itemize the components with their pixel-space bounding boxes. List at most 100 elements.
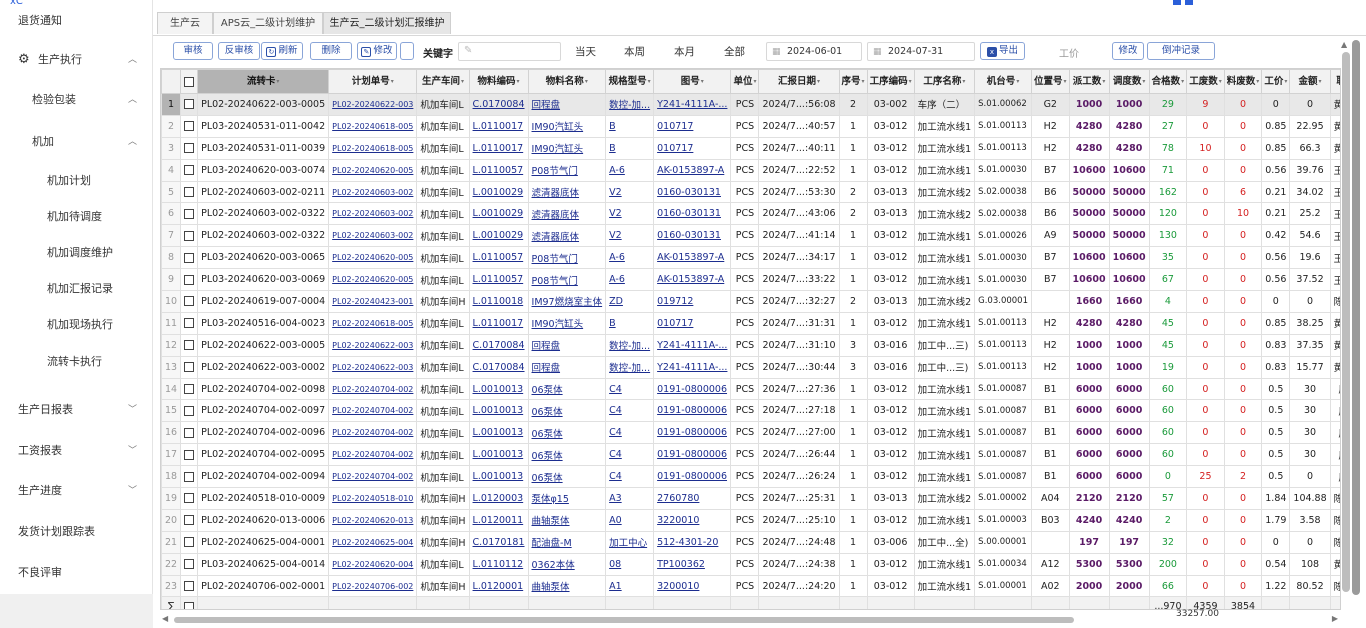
keyword-input[interactable]: ✎ bbox=[458, 42, 561, 61]
table-cell[interactable]: L.0110018 bbox=[468, 290, 529, 313]
table-cell[interactable]: A-6 bbox=[605, 158, 655, 182]
sidebar-item-shipping-plan-tracking[interactable]: 发货计划跟踪表 bbox=[0, 521, 153, 543]
sidebar-item-machining-dispatch-maint[interactable]: 机加调度维护 bbox=[0, 242, 153, 264]
column-header[interactable]: 生产车间▾ bbox=[416, 69, 470, 94]
table-cell[interactable]: 滤清器底体 bbox=[527, 180, 607, 204]
table-row[interactable]: 5 PL02-20240603-002-0211 PL02-20240603-002… bbox=[161, 180, 1340, 204]
table-cell[interactable]: 数控-加... bbox=[605, 355, 655, 379]
sidebar-item-production-progress[interactable]: 生产进度 ﹀ bbox=[0, 480, 153, 502]
more-button[interactable] bbox=[400, 42, 414, 60]
row-checkbox[interactable] bbox=[184, 318, 195, 329]
scrollbar-thumb[interactable] bbox=[1342, 52, 1350, 592]
period-this-month[interactable]: 本月 bbox=[674, 44, 695, 59]
table-cell[interactable]: IM90汽缸头 bbox=[527, 136, 607, 160]
row-checkbox-cell[interactable] bbox=[180, 268, 199, 292]
row-checkbox-cell[interactable] bbox=[180, 224, 199, 248]
transfer-card-link[interactable]: PL02-20240603-002-0322 bbox=[197, 224, 330, 248]
summary-checkbox-cell[interactable] bbox=[180, 596, 199, 609]
table-cell[interactable]: 06泵体 bbox=[527, 377, 607, 401]
column-header[interactable]: 派工数▾ bbox=[1068, 69, 1110, 94]
sort-icon[interactable]: ▾ bbox=[701, 78, 704, 85]
table-row[interactable]: 4 PL03-20240620-003-0074 PL02-20240620-005… bbox=[161, 158, 1340, 182]
transfer-card-link[interactable]: PL03-20240620-003-0065 bbox=[197, 246, 330, 270]
column-header[interactable]: 职员▾ bbox=[1329, 69, 1340, 94]
column-header[interactable]: 料废数▾ bbox=[1223, 69, 1263, 94]
table-cell[interactable]: 06泵体 bbox=[527, 443, 607, 467]
table-cell[interactable]: PL02-20240706-002 bbox=[328, 574, 418, 598]
table-cell[interactable]: ZD bbox=[605, 290, 655, 313]
tab-aps-secondary-plan[interactable]: APS云_二级计划维护 bbox=[213, 12, 323, 34]
vertical-scrollbar[interactable]: ▲ bbox=[1341, 40, 1351, 610]
row-checkbox[interactable] bbox=[184, 296, 195, 307]
table-cell[interactable]: L.0120001 bbox=[468, 574, 529, 598]
table-cell[interactable]: V2 bbox=[605, 180, 655, 204]
sort-icon[interactable]: ▾ bbox=[1284, 78, 1287, 85]
transfer-card-link[interactable]: PL03-20240620-003-0069 bbox=[197, 268, 330, 292]
sort-icon[interactable]: ▾ bbox=[585, 78, 588, 85]
row-checkbox[interactable] bbox=[184, 559, 195, 570]
table-cell[interactable]: 滤清器底体 bbox=[527, 202, 607, 226]
sort-icon[interactable]: ▾ bbox=[1064, 78, 1067, 85]
table-cell[interactable]: C.0170084 bbox=[468, 333, 529, 357]
table-cell[interactable]: C.0170181 bbox=[468, 530, 529, 554]
table-row[interactable]: 18 PL02-20240704-002-0094 PL02-20240704-00… bbox=[161, 465, 1340, 489]
sort-icon[interactable]: ▾ bbox=[862, 78, 865, 85]
table-cell[interactable]: PL02-20240618-005 bbox=[328, 311, 418, 335]
sort-icon[interactable]: ▾ bbox=[1319, 78, 1322, 85]
sort-icon[interactable]: ▾ bbox=[753, 78, 756, 85]
table-cell[interactable]: 0191-0800006 bbox=[653, 399, 732, 423]
table-cell[interactable]: L.0110057 bbox=[468, 246, 529, 270]
scrollbar-thumb[interactable] bbox=[174, 617, 1074, 623]
transfer-card-link[interactable]: PL03-20240516-004-0023 bbox=[197, 311, 330, 335]
table-cell[interactable]: P08节气门 bbox=[527, 268, 607, 292]
table-cell[interactable]: 010717 bbox=[653, 114, 732, 138]
sidebar-item-transfer-card-exec[interactable]: 流转卡执行 bbox=[0, 351, 153, 373]
table-cell[interactable]: A-6 bbox=[605, 246, 655, 270]
table-cell[interactable]: PL02-20240620-005 bbox=[328, 268, 418, 292]
table-cell[interactable]: A1 bbox=[605, 574, 655, 598]
row-checkbox-cell[interactable] bbox=[180, 377, 199, 401]
period-all[interactable]: 全部 bbox=[724, 44, 745, 59]
table-cell[interactable]: L.0010029 bbox=[468, 224, 529, 248]
sort-icon[interactable]: ▾ bbox=[909, 78, 912, 85]
sort-icon[interactable]: ▾ bbox=[1142, 78, 1145, 85]
column-header[interactable]: 物料编码▾ bbox=[468, 69, 529, 94]
sidebar-item-wage-report[interactable]: 工资报表 ﹀ bbox=[0, 440, 153, 462]
table-row[interactable]: 14 PL02-20240704-002-0098 PL02-20240704-00… bbox=[161, 377, 1340, 401]
column-header[interactable]: 工废数▾ bbox=[1186, 69, 1225, 94]
table-row[interactable]: 10 PL02-20240619-007-0004 PL02-20240423-00… bbox=[161, 290, 1340, 313]
sidebar-item-machining[interactable]: 机加 ︿ bbox=[0, 131, 153, 153]
row-checkbox-cell[interactable] bbox=[180, 158, 199, 182]
row-checkbox-cell[interactable] bbox=[180, 311, 199, 335]
column-header[interactable]: 工序编码▾ bbox=[866, 69, 915, 94]
table-cell[interactable]: L.0110112 bbox=[468, 552, 529, 576]
row-checkbox[interactable] bbox=[184, 362, 195, 373]
transfer-card-link[interactable]: PL02-20240603-002-0211 bbox=[197, 180, 330, 204]
table-cell[interactable]: AK-0153897-A bbox=[653, 246, 732, 270]
select-all-checkbox[interactable] bbox=[184, 76, 195, 87]
table-row[interactable]: 11 PL03-20240516-004-0023 PL02-20240618-00… bbox=[161, 311, 1340, 335]
table-cell[interactable]: L.0120003 bbox=[468, 487, 529, 510]
table-row[interactable]: 17 PL02-20240704-002-0095 PL02-20240704-00… bbox=[161, 443, 1340, 467]
row-checkbox[interactable] bbox=[184, 99, 195, 110]
row-checkbox-cell[interactable] bbox=[180, 465, 199, 489]
table-cell[interactable]: Y241-4111A-... bbox=[653, 333, 732, 357]
table-row[interactable]: 20 PL02-20240620-013-0006 PL02-20240620-01… bbox=[161, 508, 1340, 532]
table-cell[interactable]: C4 bbox=[605, 399, 655, 423]
table-cell[interactable]: C4 bbox=[605, 421, 655, 445]
column-header[interactable]: 图号▾ bbox=[653, 69, 732, 94]
table-cell[interactable]: L.0110057 bbox=[468, 268, 529, 292]
transfer-card-link[interactable]: PL02-20240704-002-0095 bbox=[197, 443, 330, 467]
table-cell[interactable]: B bbox=[605, 136, 655, 160]
table-cell[interactable]: PL02-20240423-001 bbox=[328, 290, 418, 313]
row-checkbox-cell[interactable] bbox=[180, 552, 199, 576]
table-cell[interactable]: PL02-20240622-003 bbox=[328, 333, 418, 357]
table-row[interactable]: 21 PL02-20240625-004-0001 PL02-20240625-00… bbox=[161, 530, 1340, 554]
table-cell[interactable]: PL02-20240704-002 bbox=[328, 465, 418, 489]
table-cell[interactable]: P08节气门 bbox=[527, 246, 607, 270]
table-row[interactable]: 6 PL02-20240603-002-0322 PL02-20240603-002… bbox=[161, 202, 1340, 226]
column-header[interactable]: 规格型号▾ bbox=[605, 69, 655, 94]
table-cell[interactable]: L.0010029 bbox=[468, 202, 529, 226]
column-header[interactable]: 位置号▾ bbox=[1031, 69, 1070, 94]
row-checkbox-cell[interactable] bbox=[180, 487, 199, 510]
